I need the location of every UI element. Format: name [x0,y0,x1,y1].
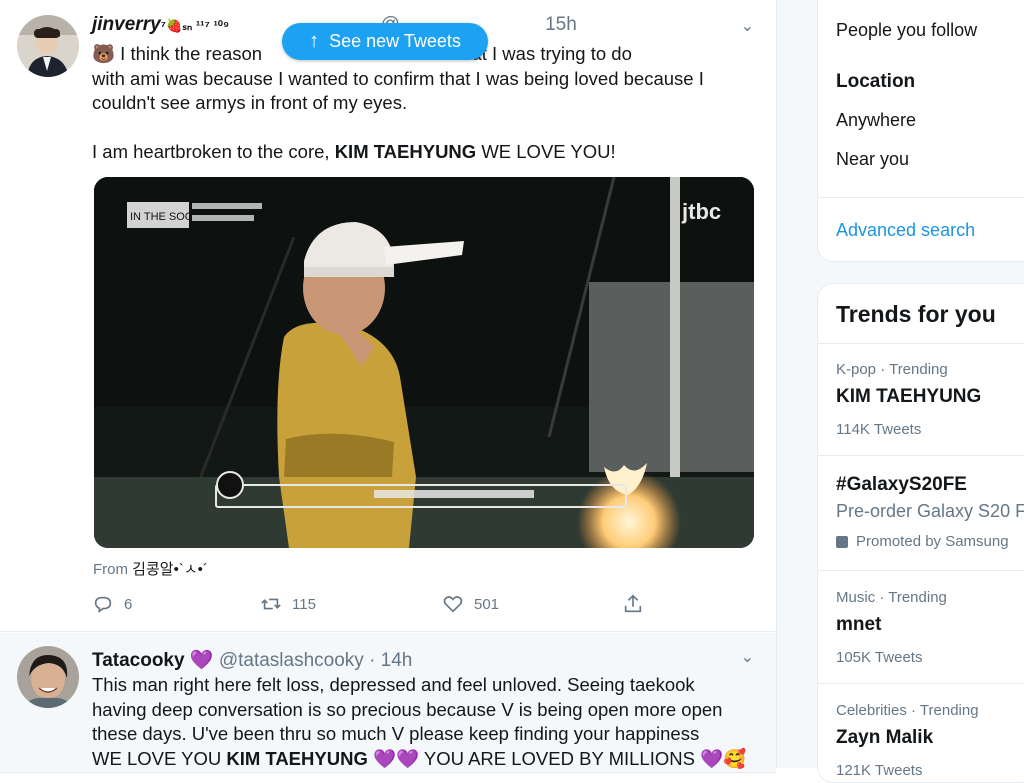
avatar[interactable] [17,15,79,77]
share-button[interactable] [622,593,644,615]
tweet-text-line: couldn't see armys in front of my eyes. [92,92,408,113]
trend-item[interactable]: Music · Trending mnet 105K Tweets [818,570,1024,684]
trend-title: mnet [836,614,882,635]
retweet-button[interactable]: 115 [260,593,316,615]
filter-near-you[interactable]: Near you [836,149,909,170]
from-label: From [93,561,128,578]
tweet-text-line: 💜💜 YOU ARE LOVED BY MILLIONS 💜🥰 [367,747,747,769]
trend-item[interactable]: #GalaxyS20FE Pre-order Galaxy S20 FE Pro… [818,455,1024,571]
chevron-down-icon[interactable]: ⌄ [741,16,754,36]
tweet-text-line: these days. U've been thru so much V ple… [92,723,700,744]
retweet-icon [261,598,281,610]
like-button[interactable]: 501 [442,593,499,615]
tweet-actions: 6 115 501 [92,593,652,619]
tweet-text-line: having deep conversation is so precious … [92,698,723,720]
trends-card: Trends for you K-pop · Trending KIM TAEH… [817,283,1024,783]
arrow-up-icon: ↑ [309,30,320,52]
trend-description: Pre-order Galaxy S20 FE [836,501,1024,521]
retweet-count: 115 [292,595,316,613]
filter-anywhere[interactable]: Anywhere [836,110,916,131]
advanced-search-link[interactable]: Advanced search [836,220,975,241]
show-logo: IN THE SOOP [130,211,201,223]
share-icon [624,594,642,613]
reply-icon [94,596,112,613]
media-source: From 김콩알•`ㅅ•´ [93,558,208,579]
search-filters-card: People you follow Location Anywhere Near… [817,0,1024,262]
timestamp[interactable]: 14h [381,650,413,671]
location-heading: Location [836,71,916,92]
tweet-text-line: WE LOVE YOU [92,747,227,769]
tweet-text: 🐻 I think the reason lot and what I was t… [92,42,756,164]
like-count: 501 [474,595,500,613]
trend-count: 105K Tweets [836,649,923,666]
tweet-text-bold: KIM TAEHYUNG [226,747,368,769]
divider [818,197,1024,198]
trend-count: 121K Tweets [836,762,923,779]
tweet-text-line: 🐻 I think the reason [92,43,263,64]
tweet-text: This man right here felt loss, depressed… [92,673,756,771]
display-name[interactable]: Tatacooky [92,650,185,671]
tweet[interactable]: Tatacooky 💜 @tataslashcooky · 14h ⌄ This… [0,633,776,773]
see-new-tweets-label: See new Tweets [329,31,461,51]
tweet-text-line: WE LOVE YOU! [476,140,616,162]
heart-icon [443,596,463,613]
trend-title: KIM TAEHYUNG [836,386,982,407]
trend-title: #GalaxyS20FE [836,474,967,495]
tweet-header: Tatacooky 💜 @tataslashcooky · 14h [92,650,413,671]
channel-logo: jtbc [681,199,721,224]
tweet-text-bold: KIM TAEHYUNG [334,140,477,162]
promoted-label: Promoted by Samsung [836,533,1009,550]
tweet-text-line: I am heartbroken to the core, [92,140,335,162]
trend-item[interactable]: Celebrities · Trending Zayn Malik 121K T… [818,683,1024,782]
promoted-icon [836,535,848,548]
avatar[interactable] [17,646,79,708]
trend-meta: Music · Trending [836,589,947,606]
video-media[interactable]: IN THE SOOP jtbc [94,177,754,548]
trend-item[interactable]: K-pop · Trending KIM TAEHYUNG 114K Tweet… [818,343,1024,456]
tweet-text-line: This man right here felt loss, depressed… [92,674,695,695]
see-new-tweets-button[interactable]: ↑ See new Tweets [282,23,488,60]
name-emoji: 💜 [189,650,214,671]
reply-count: 6 [124,595,133,613]
display-name[interactable]: jinverry [92,14,161,35]
promoted-text: Promoted by Samsung [856,533,1009,550]
chevron-down-icon[interactable]: ⌄ [741,647,754,667]
handle[interactable]: @tataslashcooky [219,650,364,671]
trend-count: 114K Tweets [836,421,922,438]
reply-button[interactable]: 6 [92,593,132,615]
tweet[interactable]: jinverry⁷🍓ₛₙ ¹¹⁷ ¹⁰⁹ @ 15h ⌄ 🐻 I think t… [0,0,776,632]
trend-meta: Celebrities · Trending [836,702,979,719]
timestamp[interactable]: 15h [545,14,577,35]
name-badges: ⁷🍓ₛₙ ¹¹⁷ ¹⁰⁹ [160,18,230,33]
trend-title: Zayn Malik [836,727,934,748]
filter-people-you-follow[interactable]: People you follow [836,20,977,41]
trends-title: Trends for you [836,301,996,327]
tweet-text-line: with ami was because I wanted to confirm… [92,67,704,89]
from-user[interactable]: 김콩알•`ㅅ•´ [132,561,208,578]
trend-meta: K-pop · Trending [836,361,948,378]
